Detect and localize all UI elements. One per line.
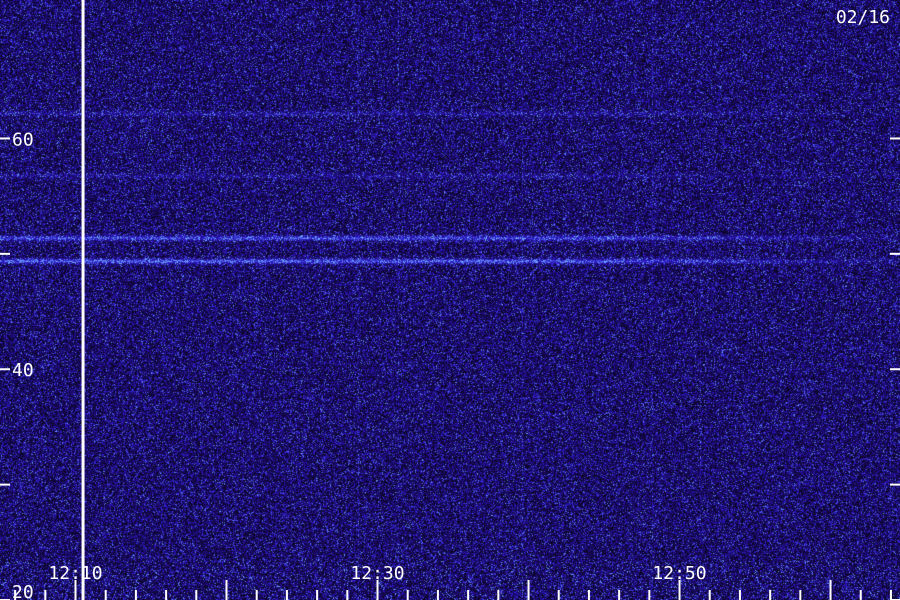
spectrogram-view: 02/16 12:10 12:30 12:50 20 40 60 [0, 0, 900, 600]
y-tick-label: 60 [12, 129, 34, 150]
y-tick-label: 40 [12, 360, 34, 381]
y-tick-label: 20 [12, 582, 34, 600]
spectrogram-axes: 02/16 12:10 12:30 12:50 20 40 60 [0, 0, 900, 600]
x-axis-ticks: 12:10 12:30 12:50 [14, 563, 892, 600]
y-axis-ticks: 20 40 60 [0, 129, 900, 600]
date-label: 02/16 [836, 7, 890, 28]
